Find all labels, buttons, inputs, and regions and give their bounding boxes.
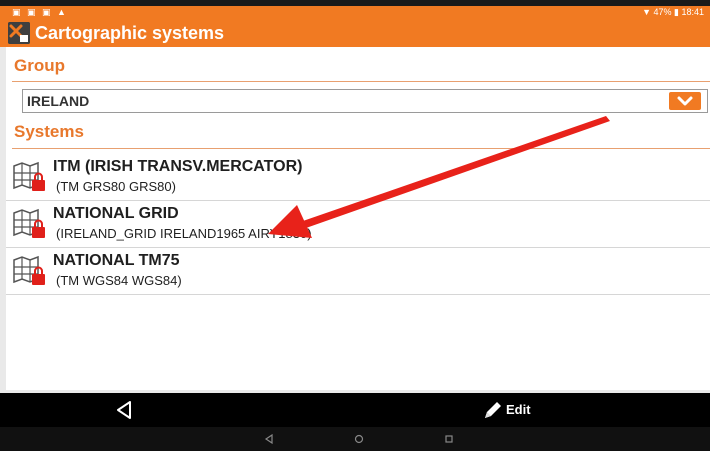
- nav-home-icon[interactable]: [354, 434, 364, 444]
- cartographic-app-icon[interactable]: [8, 22, 30, 44]
- system-detail: (TM GRS80 GRS80): [56, 179, 176, 194]
- list-item[interactable]: NATIONAL TM75 (TM WGS84 WGS84): [6, 248, 710, 295]
- bottom-toolbar: Edit: [0, 393, 710, 427]
- status-battery-time: ▼ 47% ▮ 18:41: [642, 7, 704, 17]
- edit-label: Edit: [506, 402, 531, 417]
- group-dropdown-value: IRELAND: [27, 93, 90, 109]
- system-navbar: [0, 427, 710, 451]
- status-notification-icons: ▣ ▣ ▣ ▲: [12, 7, 68, 17]
- group-section-title: Group: [14, 56, 65, 75]
- page-title: Cartographic systems: [35, 23, 225, 43]
- list-item[interactable]: ITM (IRISH TRANSV.MERCATOR) (TM GRS80 GR…: [6, 154, 710, 201]
- main-content: Group IRELAND Systems ITM (IRISH TRANSV.…: [6, 47, 710, 390]
- group-divider: [12, 81, 710, 82]
- map-lock-icon: [12, 160, 48, 194]
- edit-button[interactable]: Edit: [482, 399, 542, 421]
- system-name: ITM (IRISH TRANSV.MERCATOR): [53, 158, 303, 175]
- systems-divider: [12, 148, 710, 149]
- back-triangle-icon[interactable]: [112, 399, 136, 421]
- system-detail: (IRELAND_GRID IRELAND1965 AIRY1830): [56, 226, 312, 241]
- list-item[interactable]: NATIONAL GRID (IRELAND_GRID IRELAND1965 …: [6, 201, 710, 248]
- group-dropdown[interactable]: IRELAND: [22, 89, 708, 113]
- map-lock-icon: [12, 207, 48, 241]
- systems-section-title: Systems: [14, 122, 84, 141]
- system-name: NATIONAL GRID: [53, 205, 179, 222]
- nav-recents-icon[interactable]: [444, 434, 454, 444]
- chevron-down-icon[interactable]: [669, 92, 701, 110]
- status-bar: ▣ ▣ ▣ ▲ ▼ 47% ▮ 18:41: [0, 6, 710, 19]
- system-detail: (TM WGS84 WGS84): [56, 273, 182, 288]
- title-bar: Cartographic systems: [0, 19, 710, 47]
- map-lock-icon: [12, 254, 48, 288]
- system-name: NATIONAL TM75: [53, 252, 180, 269]
- nav-back-icon[interactable]: [264, 434, 274, 444]
- pencil-icon: [485, 402, 501, 418]
